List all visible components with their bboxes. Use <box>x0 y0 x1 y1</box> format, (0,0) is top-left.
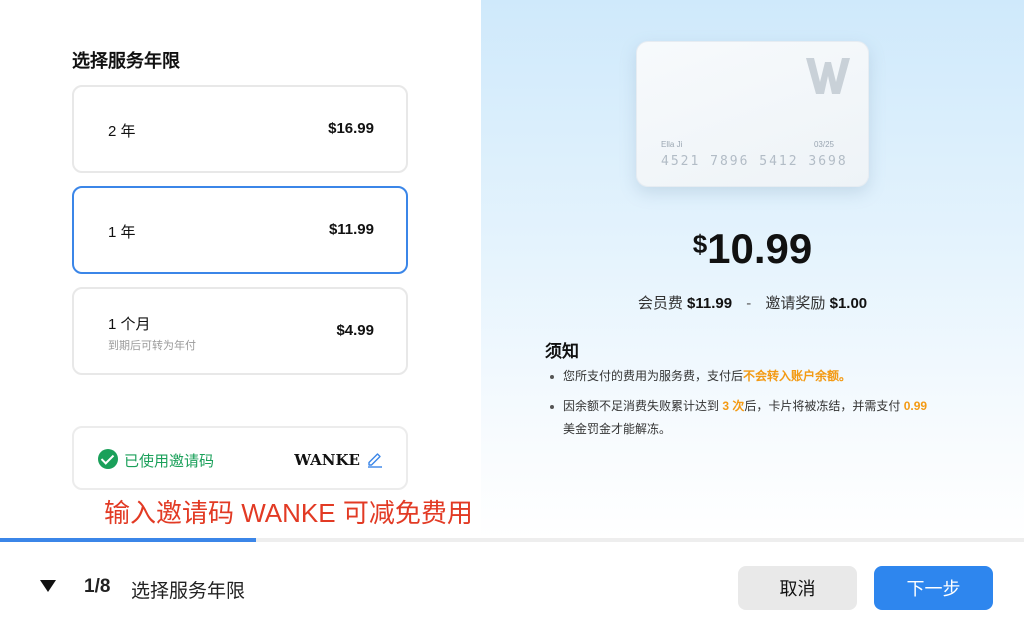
check-circle-icon <box>98 449 118 469</box>
step-name: 选择服务年限 <box>131 581 246 602</box>
fee-value: $11.99 <box>687 295 733 312</box>
plan-price: $4.99 <box>336 322 374 339</box>
pencil-icon[interactable] <box>366 450 384 468</box>
notice-highlight: 0.99 <box>903 399 928 413</box>
notice-title: 须知 <box>545 342 579 361</box>
card-number: 4521 7896 5412 3698 <box>661 154 848 169</box>
card-holder-name: Ella Ji <box>661 140 683 149</box>
card-expiry: 03/25 <box>813 140 834 149</box>
plan-option-1-month[interactable]: 1 个月 到期后可转为年付 $4.99 <box>72 287 408 375</box>
invite-code-value: WANKE <box>294 451 360 469</box>
breakdown-separator: - <box>746 295 752 312</box>
promo-text: 输入邀请码 WANKE 可减免费用 <box>104 498 473 528</box>
notice-highlight: 不会转入账户余额。 <box>743 369 852 383</box>
progress-bar <box>0 538 1024 542</box>
caret-down-icon[interactable] <box>40 580 56 592</box>
invite-status: 已使用邀请码 <box>124 453 215 470</box>
plan-price: $16.99 <box>328 120 374 137</box>
reward-value: $1.00 <box>829 295 868 312</box>
plan-section-title: 选择服务年限 <box>72 51 180 71</box>
plan-price: $11.99 <box>328 221 374 238</box>
price-breakdown: 会员费 $11.99 - 邀请奖励 $1.00 <box>481 292 1024 313</box>
step-count: 1/8 <box>84 576 111 597</box>
fee-label: 会员费 <box>637 295 683 312</box>
cancel-button[interactable]: 取消 <box>738 566 857 610</box>
next-button[interactable]: 下一步 <box>874 566 993 610</box>
plan-name: 1 个月 <box>108 316 151 333</box>
notice-text: 因余额不足消费失败累计达到 <box>563 399 723 413</box>
reward-label: 邀请奖励 <box>765 295 826 312</box>
card-logo <box>806 58 850 94</box>
notice-item: 因余额不足消费失败累计达到 3 次后，卡片将被冻结，并需支付 0.99 美金罚金才… <box>550 395 968 441</box>
notice-text: 后，卡片将被冻结，并需支付 <box>744 399 904 413</box>
notice-text: 美金罚金才能解冻。 <box>563 422 672 436</box>
invite-code-box: 已使用邀请码 WANKE <box>72 426 408 490</box>
plan-option-2-years[interactable]: 2 年 $16.99 <box>72 85 408 173</box>
plan-name: 2 年 <box>108 123 136 140</box>
progress-fill <box>0 538 256 542</box>
plan-option-1-year[interactable]: 1 年 $11.99 <box>72 186 408 274</box>
plan-subtitle: 到期后可转为年付 <box>108 340 196 352</box>
notice-highlight: 3 次 <box>722 399 745 413</box>
notice-text: 您所支付的费用为服务费，支付后 <box>563 369 744 383</box>
notice-item: 您所支付的费用为服务费，支付后不会转入账户余额。 <box>550 365 983 388</box>
currency-symbol: $ <box>692 229 708 259</box>
total-amount: 10.99 <box>707 225 813 272</box>
total-price: $10.99 <box>481 225 1024 273</box>
virtual-card-image: Ella Ji 03/25 4521 7896 5412 3698 <box>636 41 869 187</box>
plan-name: 1 年 <box>108 224 136 241</box>
